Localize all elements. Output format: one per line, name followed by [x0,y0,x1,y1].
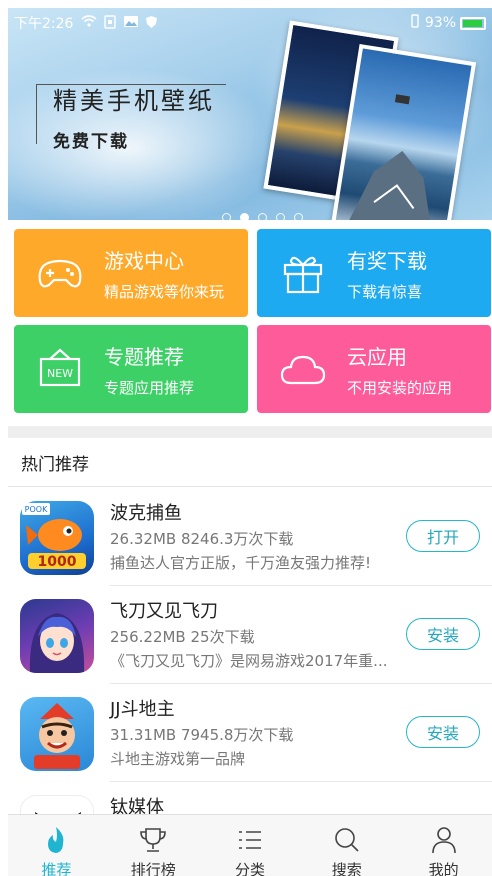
carousel-dot[interactable] [258,213,267,220]
cloud-icon [279,345,327,393]
tab-label: 推荐 [41,861,72,876]
list-icon [235,825,265,855]
install-button[interactable]: 安装 [406,716,480,748]
tab-mine[interactable]: 我的 [395,815,492,876]
image-icon [123,15,139,32]
list-item[interactable]: POOK 1000 波克捕鱼 26.32MB 8246.3万次下载 捕鱼达人官方… [8,488,492,586]
tab-category[interactable]: 分类 [202,815,299,876]
tab-label: 我的 [428,861,459,876]
tab-search[interactable]: 搜索 [298,815,395,876]
divider [8,486,492,487]
section-divider [8,426,492,438]
card-subtitle: 精品游戏等你来玩 [104,283,225,301]
bottom-tab-bar: 推荐 排行榜 分类 搜索 我的 [8,814,492,876]
card-title: 云应用 [347,345,407,369]
card-reward-download[interactable]: 有奖下载 下载有惊喜 [257,229,491,317]
tab-ranking[interactable]: 排行榜 [105,815,202,876]
battery-percent: 93% [424,15,456,31]
app-icon-jj-doudizhu [20,697,94,771]
banner-title-frame: 精美手机壁纸 免费下载 [36,84,226,152]
tab-label: 分类 [234,861,265,876]
gift-icon [279,249,327,297]
card-topic-recommend[interactable]: NEW 专题推荐 专题应用推荐 [14,325,248,413]
category-grid: 游戏中心 精品游戏等你来玩 有奖下载 下载有惊喜 NEW 专题推荐 专题应用推荐… [14,229,492,415]
shield-icon [145,15,158,32]
install-button[interactable]: 安装 [406,618,480,650]
wifi-icon [81,14,97,32]
status-bar: 下午2:26 93% [8,8,492,38]
app-description: 斗地主游戏第一品牌 [110,750,246,768]
card-title: 游戏中心 [104,249,184,273]
status-time: 下午2:26 [14,16,74,32]
card-cloud-app[interactable]: 云应用 不用安装的应用 [257,325,491,413]
app-name: JJ斗地主 [110,699,175,720]
vibrate-icon [409,14,421,32]
svg-text:NEW: NEW [47,367,73,380]
tab-label: 排行榜 [130,861,176,876]
notification-icon [103,14,117,32]
tab-recommend[interactable]: 推荐 [8,815,105,876]
app-meta: 26.32MB 8246.3万次下载 [110,530,294,548]
app-name: 飞刀又见飞刀 [110,601,218,622]
status-right: 93% [409,14,486,32]
banner-carousel[interactable]: 下午2:26 93% 精美手机壁纸 免费下载 [8,8,492,220]
person-icon [429,825,459,855]
app-meta: 256.22MB 25次下载 [110,628,255,646]
trophy-icon [138,825,168,855]
list-item[interactable]: JJ斗地主 31.31MB 7945.8万次下载 斗地主游戏第一品牌 安装 [8,684,492,782]
battery-icon [460,16,486,30]
app-icon-flying-dagger [20,599,94,673]
card-subtitle: 下载有惊喜 [347,283,423,301]
carousel-dot[interactable] [294,213,303,220]
app-description: 《飞刀又见飞刀》是网易游戏2017年重... [110,652,388,670]
svg-text:1000: 1000 [38,554,77,570]
carousel-dot-active[interactable] [240,213,249,220]
card-subtitle: 不用安装的应用 [347,379,453,397]
banner-subtitle: 免费下载 [53,132,129,152]
carousel-indicator [222,213,303,220]
section-title: 热门推荐 [21,455,89,475]
tab-label: 搜索 [331,861,362,876]
list-item[interactable]: 飞刀又见飞刀 256.22MB 25次下载 《飞刀又见飞刀》是网易游戏2017年… [8,586,492,684]
card-subtitle: 专题应用推荐 [104,379,195,397]
svg-text:POOK: POOK [25,505,48,514]
card-title: 专题推荐 [104,345,184,369]
app-icon-poker-fish: POOK 1000 [20,501,94,575]
banner-title: 精美手机壁纸 [53,87,215,115]
flame-icon [41,825,71,855]
search-icon [332,825,362,855]
app-description: 捕鱼达人官方正版，千万渔友强力推荐! [110,554,372,572]
status-icons [81,14,158,32]
carousel-dot[interactable] [276,213,285,220]
carousel-dot[interactable] [222,213,231,220]
gamepad-icon [36,249,84,297]
new-sign-icon: NEW [36,345,84,393]
card-game-center[interactable]: 游戏中心 精品游戏等你来玩 [14,229,248,317]
open-button[interactable]: 打开 [406,520,480,552]
app-name: 波克捕鱼 [110,503,182,524]
app-meta: 31.31MB 7945.8万次下载 [110,726,294,744]
card-title: 有奖下载 [347,249,427,273]
